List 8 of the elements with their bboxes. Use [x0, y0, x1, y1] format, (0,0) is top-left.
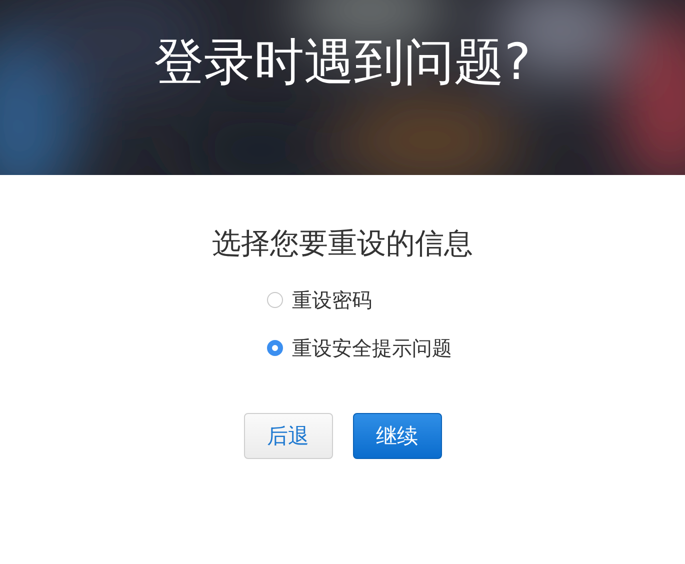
continue-button[interactable]: 继续 [352, 413, 442, 459]
radio-icon[interactable] [267, 340, 283, 356]
radio-option[interactable]: 重设安全提示问题 [267, 333, 452, 363]
radio-icon[interactable] [267, 292, 283, 308]
prompt-heading: 选择您要重设的信息 [212, 225, 473, 262]
radio-option[interactable]: 重设密码 [267, 285, 452, 315]
page-title: 登录时遇到问题? [154, 32, 531, 93]
back-button[interactable]: 后退 [244, 413, 332, 459]
